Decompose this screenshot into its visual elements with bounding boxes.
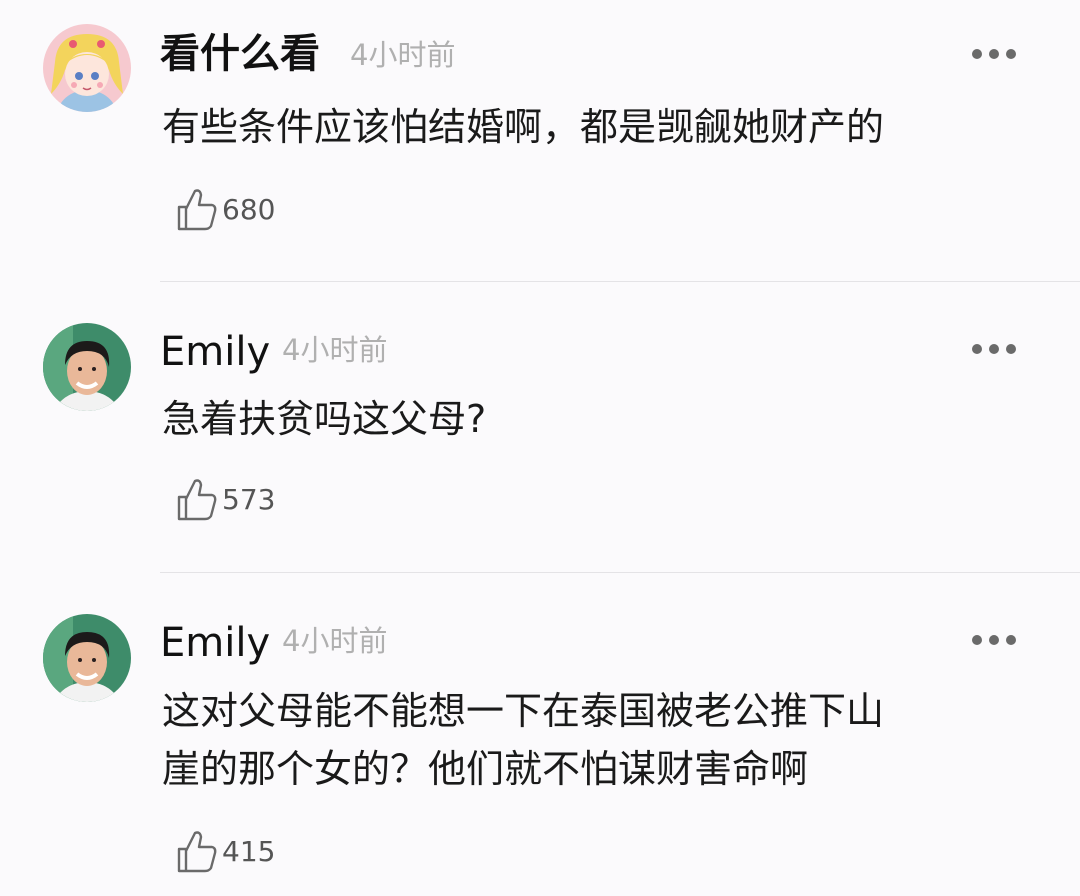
username[interactable]: Emily: [160, 623, 270, 663]
timestamp: 4小时前: [282, 624, 388, 658]
thumbs-up-icon: [177, 189, 217, 231]
avatar[interactable]: [43, 614, 131, 702]
dot-icon: [989, 344, 999, 354]
dot-icon: [972, 49, 982, 59]
dot-icon: [989, 49, 999, 59]
more-options-button[interactable]: [972, 634, 1016, 646]
username[interactable]: 看什么看: [160, 34, 320, 74]
divider: [160, 281, 1080, 282]
comment-text-line: 急着扶贫吗这父母?: [162, 397, 487, 441]
comment-text: 急着扶贫吗这父母?: [162, 390, 486, 448]
more-options-button[interactable]: [972, 48, 1016, 60]
divider: [160, 572, 1080, 573]
thumbs-up-icon: [177, 831, 217, 873]
like-count: 680: [222, 193, 276, 226]
like-button[interactable]: 573: [176, 478, 275, 522]
thumbs-up-icon: [177, 479, 217, 521]
like-button[interactable]: 415: [176, 830, 275, 874]
dot-icon: [1006, 49, 1016, 59]
comment-text-line: 崖的那个女的？他们就不怕谋财害命啊: [162, 747, 809, 791]
dot-icon: [989, 635, 999, 645]
man-portrait-avatar-icon: [43, 614, 131, 702]
man-portrait-avatar-icon: [43, 323, 131, 411]
like-count: 573: [222, 483, 276, 516]
like-button[interactable]: 680: [176, 188, 275, 232]
dot-icon: [1006, 635, 1016, 645]
more-options-button[interactable]: [972, 343, 1016, 355]
comment-text: 有些条件应该怕结婚啊，都是觊觎她财产的: [162, 98, 884, 156]
like-count: 415: [222, 835, 276, 868]
comment-text-line: 这对父母能不能想一下在泰国被老公推下山: [162, 689, 885, 733]
timestamp: 4小时前: [282, 333, 388, 367]
avatar[interactable]: [43, 323, 131, 411]
avatar[interactable]: [43, 24, 131, 112]
dot-icon: [972, 344, 982, 354]
comment-text-line: 有些条件应该怕结婚啊，都是觊觎她财产的: [162, 105, 885, 149]
timestamp: 4小时前: [350, 38, 456, 72]
anime-girl-avatar-icon: [43, 24, 131, 112]
dot-icon: [1006, 344, 1016, 354]
username[interactable]: Emily: [160, 332, 270, 372]
comment-text: 这对父母能不能想一下在泰国被老公推下山 崖的那个女的？他们就不怕谋财害命啊: [162, 682, 884, 798]
dot-icon: [972, 635, 982, 645]
